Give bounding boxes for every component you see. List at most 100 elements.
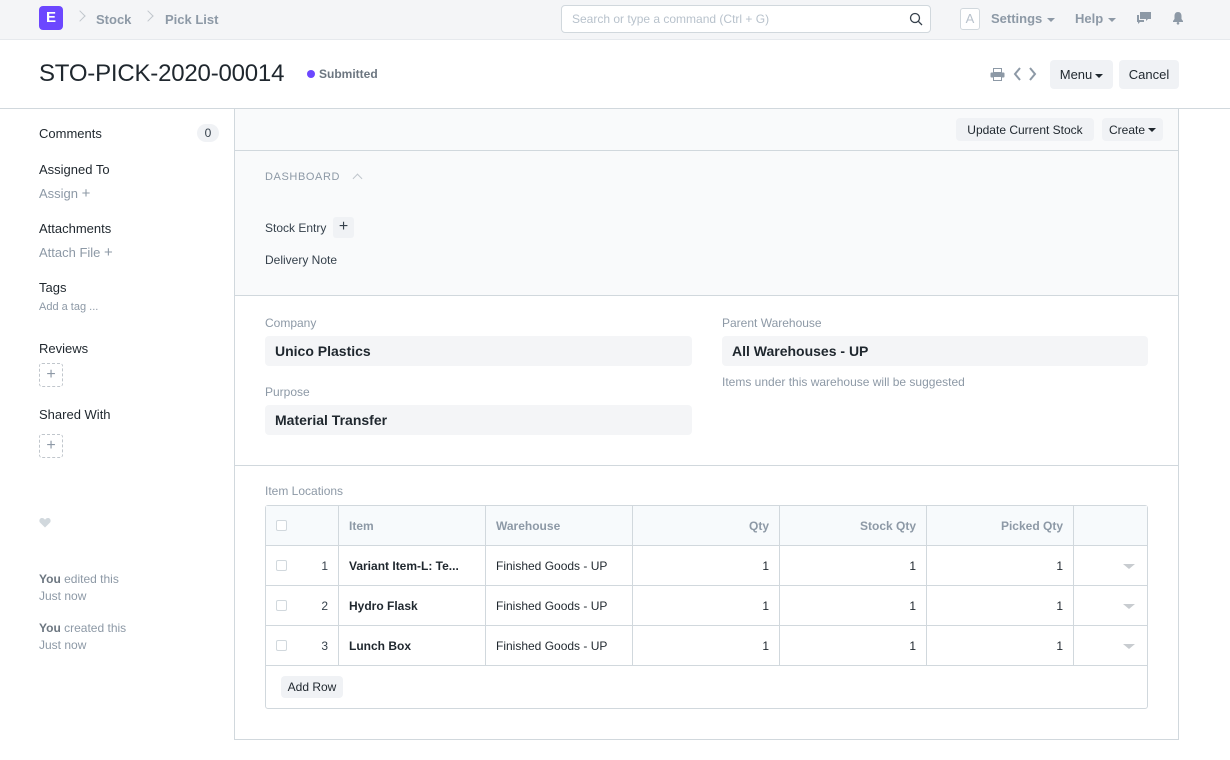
- help-label: Help: [1075, 11, 1104, 26]
- dashboard-link-delivery-note[interactable]: Delivery Note: [265, 253, 337, 267]
- status-text: Submitted: [319, 67, 378, 81]
- update-current-stock-button[interactable]: Update Current Stock: [956, 118, 1094, 141]
- breadcrumb-pick-list[interactable]: Pick List: [165, 12, 218, 27]
- purpose-field[interactable]: Material Transfer: [265, 405, 692, 435]
- row-checkbox[interactable]: [276, 640, 287, 651]
- cell-item[interactable]: Variant Item-L: Te...: [339, 546, 486, 586]
- activity-time: Just now: [39, 638, 87, 652]
- comments-label[interactable]: Comments: [39, 126, 102, 141]
- settings-dropdown[interactable]: Settings: [991, 11, 1056, 26]
- page-head: STO-PICK-2020-00014 Submitted Menu Cance…: [0, 40, 1230, 109]
- print-icon[interactable]: [990, 68, 1005, 81]
- app-logo[interactable]: E: [39, 6, 63, 30]
- dashboard-link-stock-entry[interactable]: Stock Entry: [265, 221, 326, 235]
- comments-count-badge: 0: [197, 124, 219, 142]
- help-dropdown[interactable]: Help: [1075, 11, 1117, 26]
- reviews-label: Reviews: [39, 341, 89, 356]
- page-title: STO-PICK-2020-00014: [39, 60, 285, 87]
- parent-warehouse-field[interactable]: All Warehouses - UP: [722, 336, 1148, 366]
- cell-warehouse[interactable]: Finished Goods - UP: [486, 586, 633, 626]
- previous-doc-icon[interactable]: [1013, 67, 1022, 81]
- plus-icon: +: [104, 244, 113, 261]
- add-review-button[interactable]: +: [39, 363, 63, 387]
- search-icon[interactable]: [909, 12, 923, 26]
- row-expand-caret-icon[interactable]: [1123, 564, 1135, 569]
- avatar[interactable]: A: [960, 8, 980, 30]
- cell-qty[interactable]: 1: [633, 586, 780, 626]
- plus-icon: +: [46, 366, 56, 383]
- table-row[interactable]: 1 Variant Item-L: Te... Finished Goods -…: [266, 546, 1147, 586]
- cell-stock-qty[interactable]: 1: [780, 546, 927, 586]
- item-locations-label: Item Locations: [265, 484, 344, 498]
- parent-warehouse-help: Items under this warehouse will be sugge…: [722, 375, 965, 389]
- row-expand-caret-icon[interactable]: [1123, 604, 1135, 609]
- activity-time: Just now: [39, 589, 87, 603]
- row-expand-caret-icon[interactable]: [1123, 644, 1135, 649]
- bell-icon[interactable]: [1172, 11, 1184, 25]
- create-button[interactable]: Create: [1102, 118, 1163, 141]
- dashboard-title[interactable]: DASHBOARD: [265, 171, 340, 183]
- table-row[interactable]: 2 Hydro Flask Finished Goods - UP 1 1 1: [266, 586, 1147, 626]
- attach-file-text: Attach File: [39, 245, 101, 260]
- assigned-to-label: Assigned To: [39, 162, 110, 177]
- search-input[interactable]: [562, 6, 892, 32]
- cell-picked-qty[interactable]: 1: [927, 626, 1074, 666]
- table-header-row: Item Warehouse Qty Stock Qty Picked Qty: [266, 506, 1147, 546]
- row-checkbox[interactable]: [276, 560, 287, 571]
- item-locations-table: Item Warehouse Qty Stock Qty Picked Qty …: [265, 505, 1148, 709]
- row-checkbox[interactable]: [276, 600, 287, 611]
- cell-picked-qty[interactable]: 1: [927, 546, 1074, 586]
- cell-warehouse[interactable]: Finished Goods - UP: [486, 546, 633, 586]
- cell-item[interactable]: Hydro Flask: [339, 586, 486, 626]
- cell-qty[interactable]: 1: [633, 546, 780, 586]
- row-actions-cell: [1074, 586, 1147, 626]
- row-index: 3: [321, 639, 328, 653]
- cell-warehouse[interactable]: Finished Goods - UP: [486, 626, 633, 666]
- row-select-cell: 2: [266, 586, 339, 626]
- tags-label: Tags: [39, 280, 67, 295]
- header-select-cell: [266, 506, 339, 546]
- caret-down-icon: [1047, 17, 1056, 22]
- row-select-cell: 1: [266, 546, 339, 586]
- cell-item[interactable]: Lunch Box: [339, 626, 486, 666]
- add-tag-input[interactable]: Add a tag ...: [39, 301, 98, 313]
- chevron-up-icon[interactable]: [352, 173, 363, 184]
- column-header-picked-qty: Picked Qty: [927, 506, 1074, 546]
- shared-with-label: Shared With: [39, 407, 111, 422]
- caret-down-icon: [1108, 17, 1117, 22]
- next-doc-icon[interactable]: [1028, 67, 1037, 81]
- item-locations-section: Item Locations Item Warehouse Qty Stock …: [235, 466, 1178, 739]
- chat-icon[interactable]: [1136, 11, 1152, 25]
- create-label: Create: [1108, 122, 1146, 137]
- cell-qty[interactable]: 1: [633, 626, 780, 666]
- cancel-button[interactable]: Cancel: [1119, 60, 1179, 89]
- search-bar: [561, 5, 931, 33]
- select-all-checkbox[interactable]: [276, 520, 287, 531]
- settings-label: Settings: [991, 11, 1043, 26]
- row-index: 2: [321, 599, 328, 613]
- heart-icon[interactable]: [39, 517, 51, 528]
- cell-stock-qty[interactable]: 1: [780, 626, 927, 666]
- column-header-item: Item: [339, 506, 486, 546]
- form-main: Update Current Stock Create DASHBOARD St…: [234, 109, 1179, 740]
- breadcrumb-stock[interactable]: Stock: [96, 12, 131, 27]
- activity-edited: You edited this Just now: [39, 571, 119, 605]
- menu-button[interactable]: Menu: [1050, 60, 1113, 89]
- add-row-button[interactable]: Add Row: [281, 676, 343, 698]
- column-header-stock-qty: Stock Qty: [780, 506, 927, 546]
- chevron-right-icon: [142, 10, 154, 22]
- menu-label: Menu: [1059, 67, 1093, 82]
- add-stock-entry-button[interactable]: +: [333, 217, 354, 238]
- row-actions-cell: [1074, 546, 1147, 586]
- row-index: 1: [321, 559, 328, 573]
- cell-stock-qty[interactable]: 1: [780, 586, 927, 626]
- add-share-button[interactable]: +: [39, 434, 63, 458]
- cell-picked-qty[interactable]: 1: [927, 586, 1074, 626]
- attach-file-link[interactable]: Attach File +: [39, 244, 113, 261]
- form-toolbar: Update Current Stock Create: [235, 109, 1178, 151]
- activity-action: created this: [64, 621, 127, 635]
- assign-link[interactable]: Assign +: [39, 185, 90, 202]
- activity-user: You: [39, 621, 61, 635]
- table-row[interactable]: 3 Lunch Box Finished Goods - UP 1 1 1: [266, 626, 1147, 666]
- company-field[interactable]: Unico Plastics: [265, 336, 692, 366]
